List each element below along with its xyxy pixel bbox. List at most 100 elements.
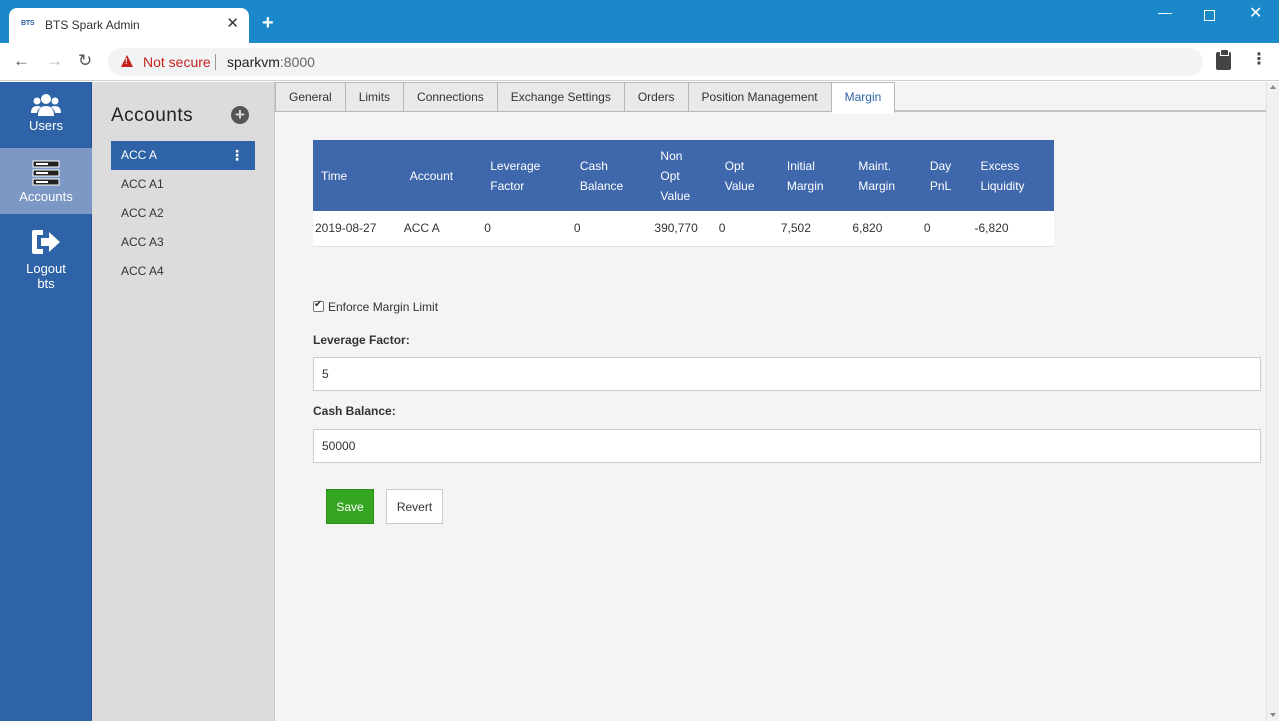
browser-titlebar: BTS BTS Spark Admin ✕ + — ✕ bbox=[0, 0, 1279, 43]
column-header: Cash Balance bbox=[571, 140, 653, 211]
column-header: Opt Value bbox=[716, 140, 779, 211]
scroll-down-icon[interactable] bbox=[1270, 713, 1276, 717]
clipboard-extension-icon[interactable] bbox=[1216, 49, 1231, 70]
address-bar[interactable]: Not secure sparkvm:8000 bbox=[108, 48, 1203, 76]
table-cell: ACC A bbox=[401, 211, 483, 247]
table-cell: 0 bbox=[571, 211, 653, 247]
close-tab-icon[interactable]: ✕ bbox=[226, 16, 239, 31]
page-scrollbar[interactable] bbox=[1266, 82, 1279, 721]
leverage-factor-input[interactable] bbox=[313, 357, 1261, 391]
app-sidebar: Users Accounts Logout bts bbox=[0, 82, 92, 721]
table-cell: -6,820 bbox=[972, 211, 1054, 247]
sidebar-item-logout[interactable]: Logout bts bbox=[0, 214, 92, 294]
table-cell: 0 bbox=[482, 211, 572, 247]
enforce-margin-row[interactable]: Enforce Margin Limit bbox=[313, 299, 439, 314]
add-account-icon[interactable]: + bbox=[231, 106, 249, 124]
url-port: :8000 bbox=[279, 54, 315, 70]
url-host: sparkvm bbox=[227, 54, 280, 70]
accounts-title: Accounts bbox=[111, 105, 194, 126]
users-icon bbox=[31, 94, 61, 116]
column-header-text: Day bbox=[929, 158, 952, 173]
column-header-text: Liquidity bbox=[980, 178, 1025, 193]
column-header: Time bbox=[313, 140, 402, 211]
margin-table: Time Account Leverage Factor Cash Balance Non O… bbox=[313, 140, 1054, 247]
scroll-up-icon[interactable] bbox=[1270, 85, 1276, 89]
column-header-text: Factor bbox=[490, 178, 525, 193]
tab-connections[interactable]: Connections bbox=[404, 82, 498, 112]
column-header-text: Value bbox=[724, 178, 755, 193]
revert-button[interactable]: Revert bbox=[386, 489, 443, 524]
new-tab-icon[interactable]: + bbox=[262, 13, 274, 33]
table-cell: 0 bbox=[716, 211, 779, 247]
tab-general[interactable]: General bbox=[275, 82, 346, 112]
column-header-text: PnL bbox=[929, 178, 952, 193]
url-text[interactable]: sparkvm:8000 bbox=[227, 54, 315, 70]
tab-margin[interactable]: Margin bbox=[831, 82, 896, 114]
kebab-menu-icon[interactable]: ⋮ bbox=[230, 141, 244, 170]
sidebar-item-label: Users bbox=[29, 118, 63, 133]
accounts-list: ACC A ⋮ ACC A1 ACC A2 ACC A3 ACC A4 bbox=[111, 141, 255, 286]
table-cell: 0 bbox=[921, 211, 973, 247]
list-item[interactable]: ACC A2 bbox=[111, 199, 255, 228]
account-name: ACC A bbox=[121, 148, 158, 162]
leverage-factor-label: Leverage Factor: bbox=[313, 333, 410, 347]
cash-balance-label: Cash Balance: bbox=[313, 404, 396, 418]
column-header: Maint. Margin bbox=[850, 140, 922, 211]
sidebar-item-label: Accounts bbox=[19, 189, 73, 204]
save-button[interactable]: Save bbox=[326, 489, 374, 524]
minimize-icon[interactable]: — bbox=[1158, 4, 1172, 20]
tab-orders[interactable]: Orders bbox=[624, 82, 689, 112]
sidebar-item-label: Logout bbox=[26, 261, 66, 276]
column-header: Account bbox=[401, 140, 483, 211]
enforce-margin-checkbox[interactable] bbox=[313, 299, 324, 312]
column-header: Non Opt Value bbox=[652, 140, 717, 211]
security-label[interactable]: Not secure bbox=[143, 54, 211, 70]
window-close-icon[interactable]: ✕ bbox=[1249, 6, 1262, 22]
list-item[interactable]: ACC A4 bbox=[111, 257, 255, 286]
logout-icon bbox=[32, 230, 60, 254]
maximize-icon[interactable] bbox=[1204, 10, 1215, 21]
table-cell: 6,820 bbox=[850, 211, 922, 247]
account-name: ACC A4 bbox=[121, 264, 164, 278]
column-header: Leverage Factor bbox=[482, 140, 572, 211]
tab-exchange-settings[interactable]: Exchange Settings bbox=[497, 82, 625, 112]
tab-position-management[interactable]: Position Management bbox=[688, 82, 832, 112]
table-header-row: Time Account Leverage Factor Cash Balance Non O… bbox=[313, 140, 1054, 211]
table-cell: 2019-08-27 bbox=[313, 211, 402, 247]
account-name: ACC A3 bbox=[121, 235, 164, 249]
column-header-text: Maint. bbox=[858, 158, 892, 173]
server-icon bbox=[32, 160, 60, 186]
tab-limits[interactable]: Limits bbox=[345, 82, 405, 112]
column-header: Initial Margin bbox=[778, 140, 851, 211]
list-item[interactable]: ACC A3 bbox=[111, 228, 255, 257]
main-content: General Limits Connections Exchange Sett… bbox=[275, 82, 1266, 721]
column-header-text: Opt bbox=[660, 168, 680, 183]
account-name: ACC A1 bbox=[121, 177, 164, 191]
table-body: 2019-08-27 ACC A 0 0 390,770 0 7,502 6,820 0 -6,8… bbox=[313, 211, 1054, 247]
sidebar-item-accounts[interactable]: Accounts bbox=[0, 148, 92, 214]
column-header-text: Value bbox=[660, 188, 691, 203]
logged-in-user: bts bbox=[37, 276, 55, 291]
column-header-text: Account bbox=[409, 168, 454, 183]
accounts-panel: Accounts + ACC A ⋮ ACC A1 ACC A2 ACC A3 … bbox=[92, 82, 275, 721]
enforce-margin-label: Enforce Margin Limit bbox=[328, 300, 439, 314]
column-header: Excess Liquidity bbox=[972, 140, 1054, 211]
list-item[interactable]: ACC A1 bbox=[111, 170, 255, 199]
table-row: 2019-08-27 ACC A 0 0 390,770 0 7,502 6,820 0 -6,8… bbox=[313, 211, 1054, 247]
column-header-text: Excess bbox=[980, 158, 1020, 173]
sidebar-item-users[interactable]: Users bbox=[0, 82, 92, 148]
settings-tabs: General Limits Connections Exchange Sett… bbox=[275, 82, 1266, 114]
column-header-text: Balance bbox=[579, 178, 624, 193]
forward-icon[interactable]: → bbox=[46, 52, 63, 70]
browser-menu-icon[interactable]: ⋮ bbox=[1251, 50, 1267, 70]
column-header-text: Leverage bbox=[490, 158, 541, 173]
browser-tab[interactable]: BTS BTS Spark Admin ✕ bbox=[9, 8, 249, 43]
column-header-text: Time bbox=[321, 168, 348, 183]
list-item[interactable]: ACC A ⋮ bbox=[111, 141, 255, 170]
column-header-text: Cash bbox=[579, 158, 608, 173]
cash-balance-input[interactable] bbox=[313, 429, 1261, 463]
browser-toolbar: ← → ↻ Not secure sparkvm:8000 bbox=[0, 43, 1279, 81]
table-cell: 7,502 bbox=[778, 211, 851, 247]
reload-icon[interactable]: ↻ bbox=[78, 52, 92, 70]
back-icon[interactable]: ← bbox=[13, 52, 30, 70]
